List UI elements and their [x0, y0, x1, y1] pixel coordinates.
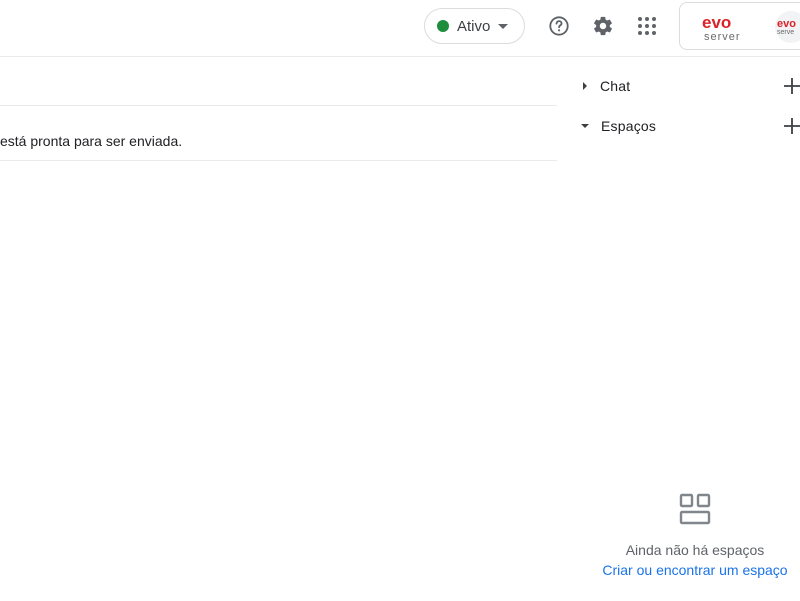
section-chat-label: Chat	[600, 78, 631, 94]
top-header: Ativo evo server evo serve	[0, 0, 800, 57]
main-pane: está pronta para ser enviada.	[0, 57, 557, 601]
avatar-logo: evo serve	[777, 18, 796, 36]
caret-right-icon	[583, 82, 587, 90]
apps-button[interactable]	[627, 8, 667, 44]
apps-grid-icon	[638, 17, 656, 35]
caret-down-icon	[498, 23, 509, 29]
add-chat-plus-icon[interactable]	[782, 76, 800, 96]
section-chat[interactable]: Chat	[578, 70, 800, 102]
help-icon	[549, 16, 569, 36]
divider	[0, 105, 557, 106]
svg-text:evo: evo	[702, 13, 731, 32]
create-or-find-space-link[interactable]: Criar ou encontrar um espaço	[590, 562, 800, 578]
status-dropdown[interactable]: Ativo	[424, 8, 525, 44]
section-spaces-label: Espaços	[601, 118, 657, 134]
empty-state-message: Ainda não há espaços	[625, 542, 765, 558]
svg-text:server: server	[704, 31, 741, 43]
svg-text:serve: serve	[777, 29, 794, 36]
message-status-text: está pronta para ser enviada.	[0, 133, 183, 149]
chat-page: Ativo evo server evo serve está pronta p…	[0, 0, 800, 601]
status-label: Ativo	[457, 17, 491, 35]
divider	[0, 160, 557, 161]
section-spaces[interactable]: Espaços	[578, 110, 800, 142]
help-button[interactable]	[539, 8, 579, 44]
evo-server-logo: evo server	[702, 13, 741, 43]
add-space-plus-icon[interactable]	[782, 116, 800, 136]
account-switcher[interactable]: evo server evo serve	[679, 2, 800, 50]
caret-down-icon	[581, 124, 589, 128]
spaces-grid-icon	[679, 493, 711, 525]
settings-button[interactable]	[583, 8, 623, 44]
avatar[interactable]: evo serve	[775, 11, 800, 43]
status-dot-icon	[437, 20, 449, 32]
settings-gear-icon	[594, 16, 612, 36]
